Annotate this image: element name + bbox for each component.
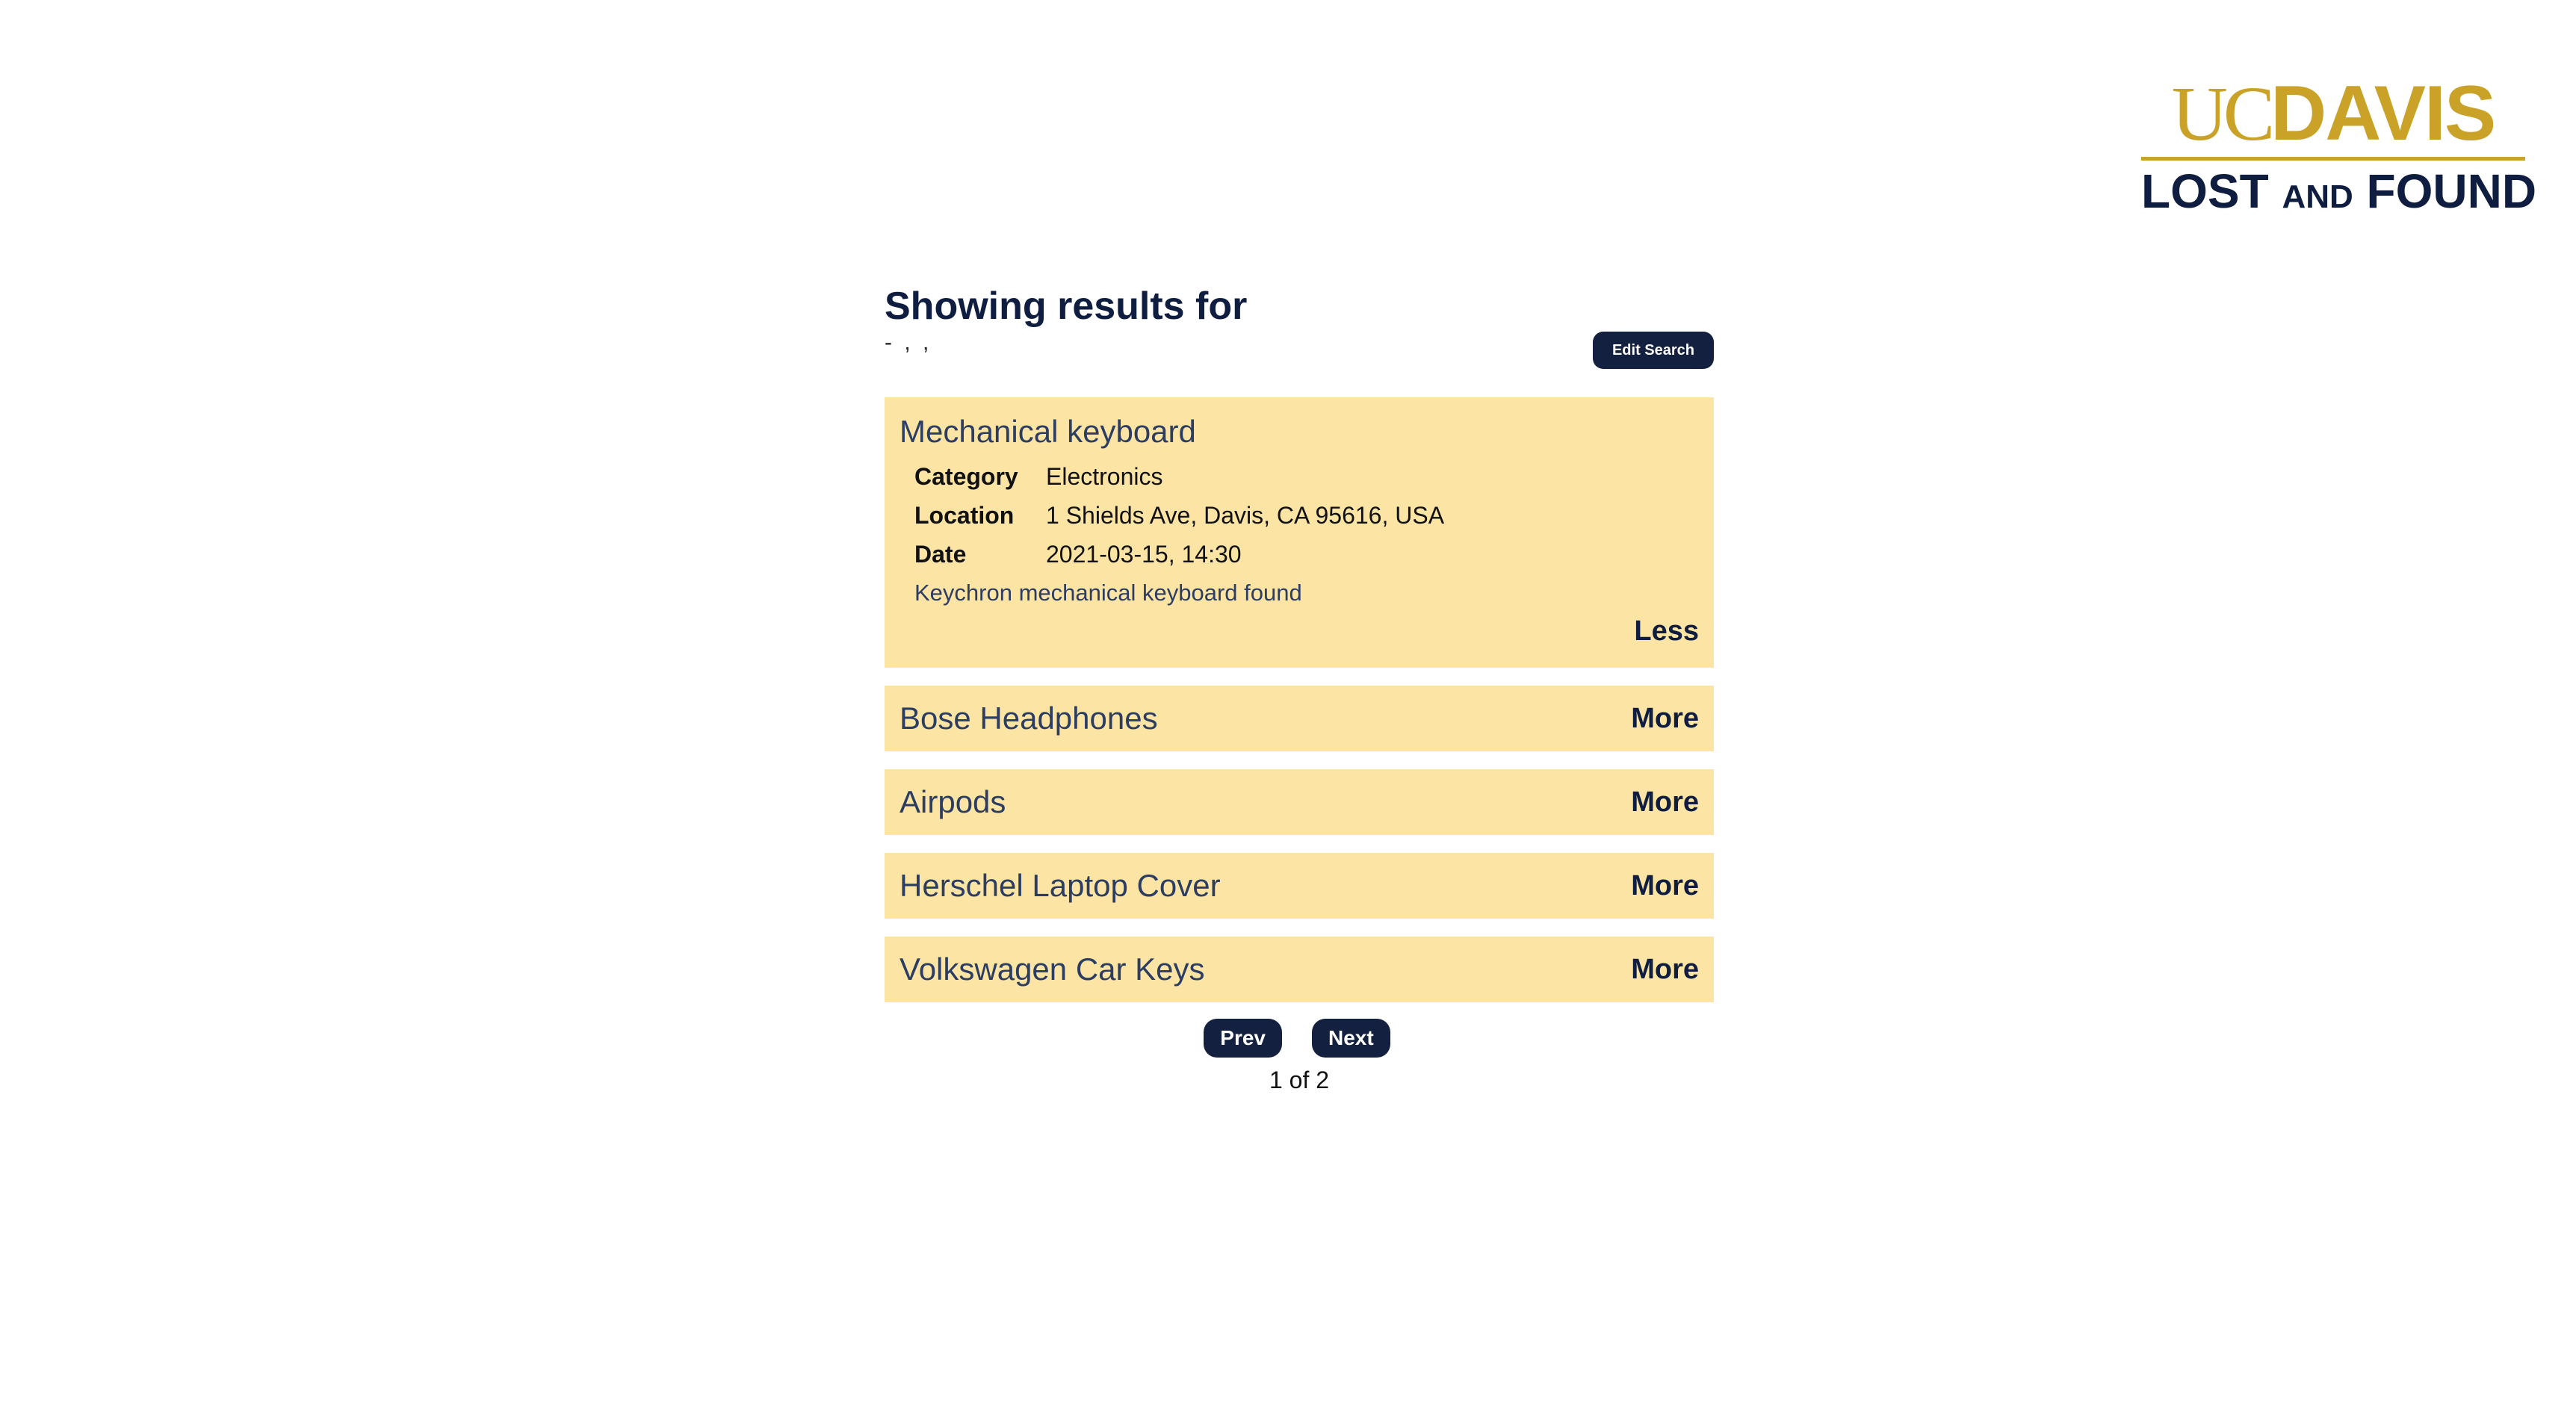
less-row: Less (900, 612, 1699, 650)
more-toggle[interactable]: More (1631, 937, 1699, 1002)
logo-lost-text: LOST (2141, 164, 2269, 218)
next-page-button[interactable]: Next (1312, 1019, 1390, 1058)
logo-and-text: AND (2282, 178, 2353, 215)
detail-row-category: Category Electronics (914, 457, 1699, 496)
edit-search-button[interactable]: Edit Search (1593, 332, 1714, 369)
more-toggle[interactable]: More (1631, 769, 1699, 835)
result-description: Keychron mechanical keyboard found (914, 580, 1302, 606)
category-label: Category (914, 463, 1018, 490)
result-title[interactable]: Airpods (900, 769, 1699, 835)
more-toggle[interactable]: More (1631, 853, 1699, 919)
results-panel: Showing results for - , , Edit Search Me… (885, 284, 1714, 1095)
logo-divider (2141, 157, 2525, 161)
less-toggle[interactable]: Less (1634, 615, 1699, 647)
result-card: Bose Headphones More (885, 686, 1714, 751)
category-value: Electronics (1046, 463, 1163, 490)
pagination: Prev Next 1 of 2 (885, 1019, 1714, 1095)
logo-found-text: FOUND (2366, 164, 2537, 218)
uc-davis-lost-and-found-logo[interactable]: UCDAVIS LOST AND FOUND (2141, 75, 2536, 222)
logo-uc-text: UC (2171, 71, 2276, 157)
result-title[interactable]: Herschel Laptop Cover (900, 853, 1699, 919)
logo-wordmark-top: UCDAVIS (2141, 75, 2525, 154)
location-value: 1 Shields Ave, Davis, CA 95616, USA (1046, 502, 1445, 529)
result-title[interactable]: Mechanical keyboard (900, 411, 1699, 453)
result-card: Herschel Laptop Cover More (885, 853, 1714, 919)
page-title: Showing results for (885, 285, 1248, 328)
date-label: Date (914, 541, 967, 568)
search-summary: - , , (885, 330, 932, 355)
results-list: Mechanical keyboard Category Electronics… (885, 397, 1714, 1002)
search-summary-row: - , , Edit Search (885, 330, 1714, 375)
pagination-buttons: Prev Next (880, 1019, 1714, 1058)
detail-row-location: Location 1 Shields Ave, Davis, CA 95616,… (914, 496, 1699, 535)
result-card: Volkswagen Car Keys More (885, 937, 1714, 1002)
result-details: Category Electronics Location 1 Shields … (914, 457, 1699, 574)
date-value: 2021-03-15, 14:30 (1046, 541, 1242, 568)
prev-page-button[interactable]: Prev (1204, 1019, 1282, 1058)
result-title[interactable]: Volkswagen Car Keys (900, 937, 1699, 1002)
detail-row-date: Date 2021-03-15, 14:30 (914, 535, 1699, 574)
page-indicator: 1 of 2 (1269, 1067, 1330, 1093)
page: UCDAVIS LOST AND FOUND Showing results f… (0, 0, 2576, 1428)
more-toggle[interactable]: More (1631, 686, 1699, 751)
location-label: Location (914, 502, 1015, 529)
logo-wordmark-bottom: LOST AND FOUND (2141, 164, 2536, 222)
result-title[interactable]: Bose Headphones (900, 686, 1699, 751)
logo-davis-text: DAVIS (2270, 70, 2496, 157)
result-card: Mechanical keyboard Category Electronics… (885, 397, 1714, 668)
result-card: Airpods More (885, 769, 1714, 835)
